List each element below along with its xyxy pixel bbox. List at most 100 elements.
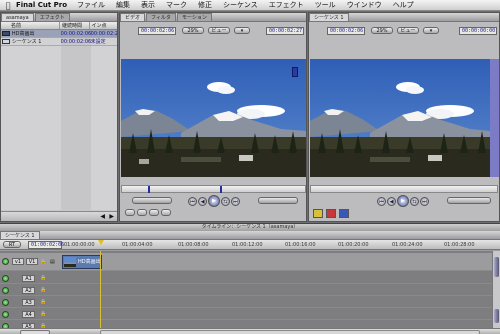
track-visibility-toggle[interactable] (2, 258, 9, 265)
viewer-overlay-popup[interactable]: ▾ (234, 27, 250, 34)
scroll-thumb-lower[interactable] (494, 309, 499, 323)
canvas-jog[interactable] (447, 197, 491, 204)
dest-patch-a4[interactable]: A4 (22, 311, 35, 318)
rt-popup[interactable]: RT (3, 241, 21, 248)
list-item[interactable]: HD高画出 00:00:02:06 00:00:02:2 (1, 30, 117, 38)
ruler-tick-0: 01:00:00:00 (64, 242, 95, 248)
add-marker-button[interactable] (161, 209, 171, 216)
col-in[interactable]: イン点 (90, 22, 117, 29)
dest-patch-a2[interactable]: A2 (22, 287, 35, 294)
track-visibility-toggle[interactable] (2, 311, 9, 318)
go-to-out-icon[interactable]: ⏭ (420, 196, 429, 206)
scrubber-in-marker[interactable] (148, 186, 150, 193)
list-item[interactable]: シーケンス 1 00:00:02:06 未設定 (1, 38, 117, 46)
play-in-out-icon[interactable]: ◀ (198, 196, 207, 206)
timeline-vscrollbar[interactable] (492, 251, 500, 334)
viewer-zoom-popup[interactable]: 29% (182, 27, 204, 34)
item-in: 00:00:02:2 (90, 30, 118, 37)
canvas-video-frame (310, 59, 490, 177)
menu-tools[interactable]: ツール (315, 0, 336, 10)
play-icon[interactable]: ▶ (397, 195, 409, 207)
timeline-hscroll[interactable] (100, 330, 480, 334)
lock-icon[interactable]: 🔒 (40, 287, 46, 293)
browser-header: 名前 継続時間 イン点 (1, 22, 117, 30)
scroll-right-icon[interactable]: ▶ (109, 213, 114, 220)
menu-help[interactable]: ヘルプ (393, 0, 414, 10)
mark-clip-button[interactable] (137, 209, 147, 216)
tab-filters[interactable]: フィルタ (146, 13, 176, 21)
viewer-jog[interactable] (258, 197, 298, 204)
go-to-in-icon[interactable]: ⏮ (188, 196, 197, 206)
audio-track-a4: A4 🔒 (0, 309, 500, 320)
tab-timeline-sequence[interactable]: シーケンス 1 (0, 231, 40, 239)
menu-view[interactable]: 表示 (141, 0, 155, 10)
match-frame-button[interactable] (125, 209, 135, 216)
dest-patch-v1[interactable]: V1 (26, 258, 38, 265)
playhead-icon[interactable] (220, 186, 222, 193)
viewer-scrubber[interactable] (121, 185, 306, 193)
viewer-in-point-marker[interactable] (292, 67, 298, 77)
app-name-menu[interactable]: Final Cut Pro (16, 1, 67, 9)
lock-icon[interactable]: 🔒 (40, 275, 46, 281)
timeline-clip[interactable]: HD高画出 (62, 255, 102, 269)
canvas-current-timecode[interactable]: 00:00:00:00 (459, 27, 497, 35)
canvas-duration-timecode[interactable]: 00:00:02:06 (327, 27, 365, 35)
track-visibility-toggle[interactable] (2, 275, 9, 282)
canvas-panel: シーケンス 1 00:00:02:06 29% ビュー ▾ 00:00:00:0… (308, 12, 500, 222)
play-in-out-icon[interactable]: ◀ (387, 196, 396, 206)
col-name[interactable]: 名前 (1, 22, 61, 29)
menu-sequence[interactable]: シーケンス (223, 0, 258, 10)
col-shade (61, 30, 91, 210)
go-to-out-icon[interactable]: ⏭ (231, 196, 240, 206)
play-icon[interactable]: ▶ (208, 195, 220, 207)
source-patch-v1[interactable]: v1 (12, 258, 24, 265)
zoom-slider[interactable] (20, 330, 50, 334)
canvas-scrubber[interactable] (310, 185, 498, 193)
viewer-view-popup[interactable]: ビュー (208, 27, 230, 34)
tab-asamaya[interactable]: asamaya (1, 13, 34, 21)
menu-effects[interactable]: エフェクト (269, 0, 304, 10)
tab-effects[interactable]: エフェクト (34, 13, 70, 21)
dest-patch-a1[interactable]: A1 (22, 275, 35, 282)
lock-icon[interactable]: 🔒 (40, 311, 46, 317)
menu-modify[interactable]: 修正 (198, 0, 212, 10)
viewer-duration-timecode[interactable]: 00:00:02:06 (138, 27, 176, 35)
ruler-tick-3: 01:00:12:00 (232, 242, 263, 248)
col-duration[interactable]: 継続時間 (60, 22, 90, 29)
canvas-overlay-popup[interactable]: ▾ (423, 27, 439, 34)
canvas-view-popup[interactable]: ビュー (397, 27, 419, 34)
auto-select-icon[interactable]: ▤ (50, 259, 55, 265)
viewer-shuttle[interactable] (132, 197, 172, 204)
canvas-zoom-popup[interactable]: 29% (371, 27, 393, 34)
menu-edit[interactable]: 編集 (116, 0, 130, 10)
scroll-thumb[interactable] (494, 257, 499, 277)
viewer-current-timecode[interactable]: 00:00:02:27 (266, 27, 304, 35)
clip-name: HD高画出 (78, 259, 101, 265)
timeline-current-timecode[interactable]: 01:00:02:06 (28, 241, 64, 249)
track-visibility-toggle[interactable] (2, 299, 9, 306)
clip-thumbnail (64, 257, 76, 267)
menu-mark[interactable]: マーク (166, 0, 187, 10)
insert-edit-button[interactable] (313, 209, 323, 218)
lock-icon[interactable]: 🔒 (40, 299, 46, 305)
browser-scrollbar[interactable]: ◀ ▶ (1, 211, 117, 221)
go-to-in-icon[interactable]: ⏮ (377, 196, 386, 206)
apple-icon[interactable]:  (0, 1, 16, 10)
playhead-icon[interactable] (98, 240, 104, 245)
landscape-image (310, 59, 490, 177)
scroll-left-icon[interactable]: ◀ (100, 213, 105, 220)
play-around-icon[interactable]: ⇆ (410, 196, 419, 206)
timeline-titlebar: タイムライン：シーケンス 1（asamaya） (0, 224, 500, 231)
tab-video[interactable]: ビデオ (120, 13, 146, 21)
dest-patch-a3[interactable]: A3 (22, 299, 35, 306)
track-visibility-toggle[interactable] (2, 287, 9, 294)
play-around-icon[interactable]: ⇆ (221, 196, 230, 206)
menu-window[interactable]: ウインドウ (347, 0, 382, 10)
add-keyframe-button[interactable] (149, 209, 159, 216)
replace-edit-button[interactable] (339, 209, 349, 218)
tab-motion[interactable]: モーション (176, 13, 212, 21)
overwrite-edit-button[interactable] (326, 209, 336, 218)
lock-icon[interactable]: 🔒 (40, 259, 46, 265)
menu-file[interactable]: ファイル (77, 0, 105, 10)
tab-sequence[interactable]: シーケンス 1 (309, 13, 349, 21)
